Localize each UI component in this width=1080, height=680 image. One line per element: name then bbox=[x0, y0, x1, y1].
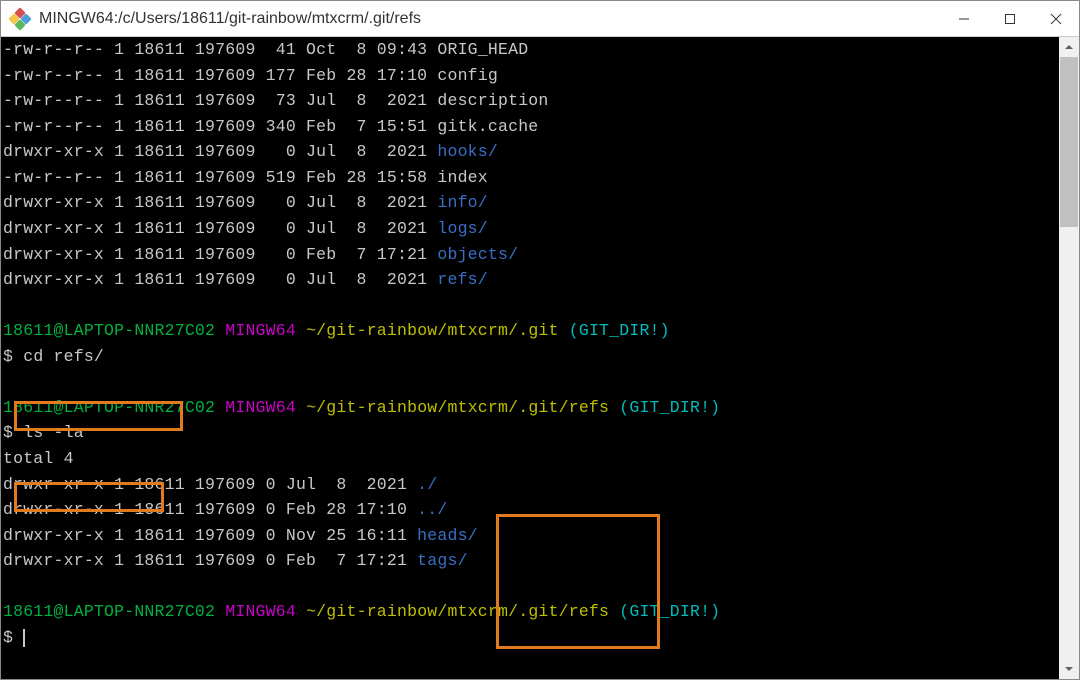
prompt-path: ~/git-rainbow/mtxcrm/.git/refs bbox=[306, 602, 609, 621]
ls-entry-dir: logs/ bbox=[437, 219, 488, 238]
ls-line: -rw-r--r-- 1 18611 197609 177 Feb 28 17:… bbox=[3, 66, 437, 85]
prompt-user: 18611@LAPTOP-NNR27C02 bbox=[3, 398, 215, 417]
ls-line: drwxr-xr-x 1 18611 197609 0 Jul 8 2021 bbox=[3, 475, 417, 494]
ls-entry-dir: info/ bbox=[437, 193, 488, 212]
window-controls bbox=[941, 1, 1079, 37]
ls-entry-file: index bbox=[437, 168, 488, 187]
dollar: $ bbox=[3, 347, 23, 366]
scrollbar-vertical[interactable] bbox=[1059, 37, 1079, 679]
ls-entry-file: description bbox=[437, 91, 548, 110]
ls-entry-dir: refs/ bbox=[437, 270, 488, 289]
scroll-track[interactable] bbox=[1059, 57, 1079, 659]
command-text: cd refs/ bbox=[23, 347, 104, 366]
ls-line: drwxr-xr-x 1 18611 197609 0 Feb 7 17:21 bbox=[3, 245, 437, 264]
ls-line: drwxr-xr-x 1 18611 197609 0 Jul 8 2021 bbox=[3, 193, 437, 212]
prompt-user: 18611@LAPTOP-NNR27C02 bbox=[3, 321, 215, 340]
scroll-thumb[interactable] bbox=[1060, 57, 1078, 227]
client-area: -rw-r--r-- 1 18611 197609 41 Oct 8 09:43… bbox=[1, 37, 1079, 679]
dollar: $ bbox=[3, 423, 23, 442]
dollar: $ bbox=[3, 628, 23, 647]
ls-entry-file: ORIG_HEAD bbox=[437, 40, 528, 59]
minimize-button[interactable] bbox=[941, 1, 987, 37]
titlebar[interactable]: MINGW64:/c/Users/18611/git-rainbow/mtxcr… bbox=[1, 1, 1079, 37]
cursor bbox=[23, 629, 25, 647]
ls-entry-file: gitk.cache bbox=[437, 117, 538, 136]
scroll-up-button[interactable] bbox=[1059, 37, 1079, 57]
ls-line: drwxr-xr-x 1 18611 197609 0 Jul 8 2021 bbox=[3, 219, 437, 238]
command-text: ls -la bbox=[23, 423, 84, 442]
ls-entry-dir: ./ bbox=[417, 475, 437, 494]
scroll-down-button[interactable] bbox=[1059, 659, 1079, 679]
prompt-path: ~/git-rainbow/mtxcrm/.git/refs bbox=[306, 398, 609, 417]
terminal[interactable]: -rw-r--r-- 1 18611 197609 41 Oct 8 09:43… bbox=[1, 37, 1059, 653]
ls-entry-dir: tags/ bbox=[417, 551, 468, 570]
ls-entry-dir: hooks/ bbox=[437, 142, 498, 161]
ls-line: -rw-r--r-- 1 18611 197609 73 Jul 8 2021 bbox=[3, 91, 437, 110]
ls-line: drwxr-xr-x 1 18611 197609 0 Feb 28 17:10 bbox=[3, 500, 417, 519]
prompt-git: (GIT_DIR!) bbox=[569, 321, 670, 340]
window-title: MINGW64:/c/Users/18611/git-rainbow/mtxcr… bbox=[39, 10, 941, 28]
ls-line: -rw-r--r-- 1 18611 197609 41 Oct 8 09:43 bbox=[3, 40, 437, 59]
maximize-button[interactable] bbox=[987, 1, 1033, 37]
ls-entry-dir: heads/ bbox=[417, 526, 478, 545]
ls-line: drwxr-xr-x 1 18611 197609 0 Jul 8 2021 bbox=[3, 270, 437, 289]
prompt-git: (GIT_DIR!) bbox=[619, 602, 720, 621]
ls-line: drwxr-xr-x 1 18611 197609 0 Feb 7 17:21 bbox=[3, 551, 417, 570]
ls-line: drwxr-xr-x 1 18611 197609 0 Jul 8 2021 bbox=[3, 142, 437, 161]
prompt-path: ~/git-rainbow/mtxcrm/.git bbox=[306, 321, 559, 340]
prompt-env: MINGW64 bbox=[225, 398, 296, 417]
ls-entry-dir: objects/ bbox=[437, 245, 518, 264]
ls-total: total 4 bbox=[3, 449, 74, 468]
ls-entry-file: config bbox=[437, 66, 498, 85]
prompt-user: 18611@LAPTOP-NNR27C02 bbox=[3, 602, 215, 621]
window: MINGW64:/c/Users/18611/git-rainbow/mtxcr… bbox=[0, 0, 1080, 680]
prompt-env: MINGW64 bbox=[225, 602, 296, 621]
ls-entry-dir: ../ bbox=[417, 500, 447, 519]
ls-line: drwxr-xr-x 1 18611 197609 0 Nov 25 16:11 bbox=[3, 526, 417, 545]
ls-line: -rw-r--r-- 1 18611 197609 519 Feb 28 15:… bbox=[3, 168, 437, 187]
mingw-icon bbox=[11, 10, 29, 28]
close-button[interactable] bbox=[1033, 1, 1079, 37]
prompt-git: (GIT_DIR!) bbox=[619, 398, 720, 417]
ls-line: -rw-r--r-- 1 18611 197609 340 Feb 7 15:5… bbox=[3, 117, 437, 136]
prompt-env: MINGW64 bbox=[225, 321, 296, 340]
